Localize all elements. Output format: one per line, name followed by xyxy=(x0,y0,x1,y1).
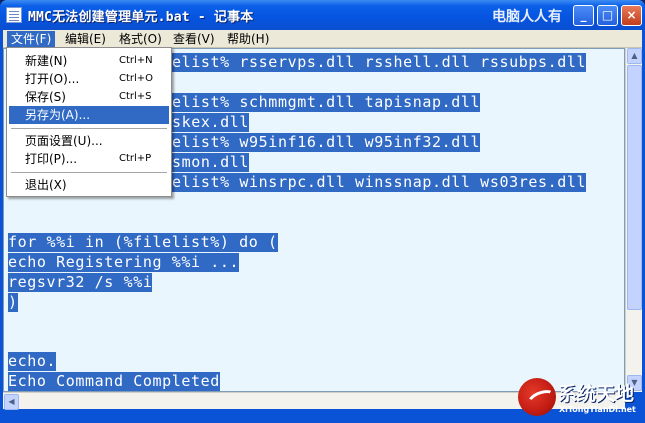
scroll-left-icon[interactable]: ◀ xyxy=(4,394,19,410)
shortcut-label: Ctrl+S xyxy=(119,91,152,102)
menu-view[interactable]: 查看(V) xyxy=(169,31,219,47)
code-line: Echo Command Completed xyxy=(8,372,220,391)
code-line: echo. xyxy=(8,352,57,371)
menu-item-print[interactable]: 打印(P)... Ctrl+P xyxy=(9,150,169,168)
logo-name: 系统天地 xyxy=(558,383,635,405)
close-button[interactable]: × xyxy=(621,5,642,26)
scroll-thumb[interactable] xyxy=(627,65,642,310)
menu-item-page-setup[interactable]: 页面设置(U)... xyxy=(9,132,169,150)
menu-separator xyxy=(11,172,167,173)
code-line: elist% schmmgmt.dll tapisnap.dll xyxy=(172,93,481,112)
menu-item-label: 保存(S) xyxy=(25,90,66,104)
shortcut-label: Ctrl+O xyxy=(119,73,154,84)
menu-item-label: 退出(X) xyxy=(25,178,67,192)
menu-item-save[interactable]: 保存(S) Ctrl+S xyxy=(9,88,169,106)
menu-item-exit[interactable]: 退出(X) xyxy=(9,176,169,194)
menu-item-save-as[interactable]: 另存为(A)... xyxy=(9,106,169,124)
shortcut-label: Ctrl+N xyxy=(119,55,153,66)
menu-item-label: 页面设置(U)... xyxy=(25,134,103,148)
minimize-button[interactable]: _ xyxy=(573,5,594,26)
site-logo: 系统天地 XiTongTianDi.net xyxy=(512,374,645,423)
code-line: elist% w95inf16.dll w95inf32.dll xyxy=(172,133,481,152)
menu-item-label: 另存为(A)... xyxy=(25,108,91,122)
menu-help[interactable]: 帮助(H) xyxy=(223,31,273,47)
menu-file[interactable]: 文件(F) xyxy=(7,31,56,47)
menu-item-open[interactable]: 打开(O)... Ctrl+O xyxy=(9,70,169,88)
menu-bar: 文件(F) 编辑(E) 格式(O) 查看(V) 帮助(H) xyxy=(3,30,642,48)
notepad-icon[interactable] xyxy=(6,7,22,23)
logo-icon xyxy=(518,378,556,416)
menu-item-new[interactable]: 新建(N) Ctrl+N xyxy=(9,52,169,70)
code-line: elist% rsservps.dll rsshell.dll rssubps.… xyxy=(172,53,587,72)
logo-url: XiTongTianDi.net xyxy=(559,405,636,414)
maximize-button[interactable]: □ xyxy=(597,5,618,26)
vertical-scrollbar[interactable]: ▲ ▼ xyxy=(625,48,642,392)
code-line: echo Registering %%i ... xyxy=(8,253,240,272)
menu-separator xyxy=(11,128,167,129)
title-bar[interactable]: MMC无法创建管理单元.bat - 记事本 电脑人人有 _ □ × xyxy=(0,0,645,30)
watermark-text: 电脑人人有 xyxy=(492,9,562,25)
menu-item-label: 打印(P)... xyxy=(25,152,78,166)
code-line: for %%i in (%filelist%) do ( xyxy=(8,233,278,252)
menu-item-label: 打开(O)... xyxy=(25,72,80,86)
menu-item-label: 新建(N) xyxy=(25,54,68,68)
file-menu-dropdown: 新建(N) Ctrl+N 打开(O)... Ctrl+O 保存(S) Ctrl+… xyxy=(6,47,172,197)
code-line: smon.dll xyxy=(172,153,250,172)
menu-edit[interactable]: 编辑(E) xyxy=(61,31,110,47)
code-line: elist% winsrpc.dll winssnap.dll ws03res.… xyxy=(172,173,587,192)
window-title: MMC无法创建管理单元.bat - 记事本 xyxy=(28,10,254,25)
shortcut-label: Ctrl+P xyxy=(119,153,152,164)
code-line: skex.dll xyxy=(172,113,250,132)
scroll-up-icon[interactable]: ▲ xyxy=(627,48,642,64)
notepad-window: MMC无法创建管理单元.bat - 记事本 电脑人人有 _ □ × 文件(F) … xyxy=(0,0,645,423)
code-line: regsvr32 /s %%i xyxy=(8,273,153,292)
code-line: ) xyxy=(8,293,18,312)
menu-format[interactable]: 格式(O) xyxy=(115,31,166,47)
